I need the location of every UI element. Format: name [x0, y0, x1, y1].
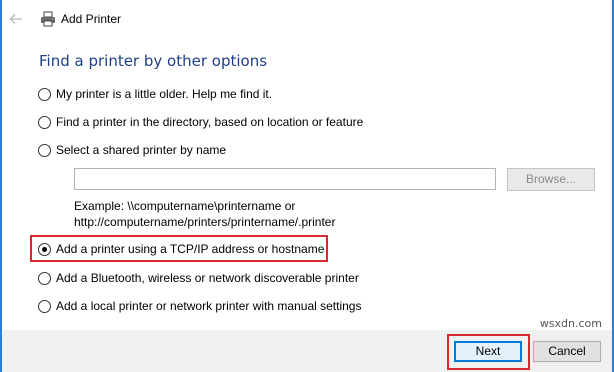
radio-button[interactable]: [38, 143, 51, 157]
cancel-button[interactable]: Cancel: [533, 341, 601, 362]
option-local-manual[interactable]: Add a local printer or network printer w…: [38, 297, 361, 315]
title-bar: Add Printer: [2, 0, 612, 38]
radio-button[interactable]: [38, 271, 51, 285]
option-label: Add a Bluetooth, wireless or network dis…: [56, 271, 359, 285]
page-heading: Find a printer by other options: [39, 52, 268, 70]
option-shared-printer[interactable]: Select a shared printer by name: [38, 141, 226, 159]
example-line-1: Example: \\computername\printername or: [74, 199, 296, 213]
option-label: Add a local printer or network printer w…: [56, 299, 362, 313]
option-label: Select a shared printer by name: [56, 143, 227, 157]
example-text: Example: \\computername\printername or h…: [74, 198, 335, 230]
window-border-left: [0, 0, 2, 372]
watermark: wsxdn.com: [539, 317, 602, 330]
browse-button[interactable]: Browse...: [507, 168, 595, 191]
option-bluetooth-wireless[interactable]: Add a Bluetooth, wireless or network dis…: [38, 269, 359, 287]
radio-button[interactable]: [38, 115, 51, 129]
annotation-highlight-tcp-option: [30, 235, 328, 262]
window-title: Add Printer: [61, 12, 122, 26]
shared-printer-name-input[interactable]: [74, 168, 496, 190]
back-arrow-icon[interactable]: [8, 11, 24, 27]
annotation-highlight-next-button: [447, 334, 530, 370]
radio-button[interactable]: [38, 87, 51, 101]
printer-icon: [40, 11, 56, 27]
example-line-2: http://computername/printers/printername…: [74, 215, 336, 229]
option-label: My printer is a little older. Help me fi…: [56, 87, 273, 101]
option-directory-search[interactable]: Find a printer in the directory, based o…: [38, 113, 363, 131]
radio-button[interactable]: [38, 299, 51, 313]
option-older-printer[interactable]: My printer is a little older. Help me fi…: [38, 85, 272, 103]
option-label: Find a printer in the directory, based o…: [56, 115, 364, 129]
